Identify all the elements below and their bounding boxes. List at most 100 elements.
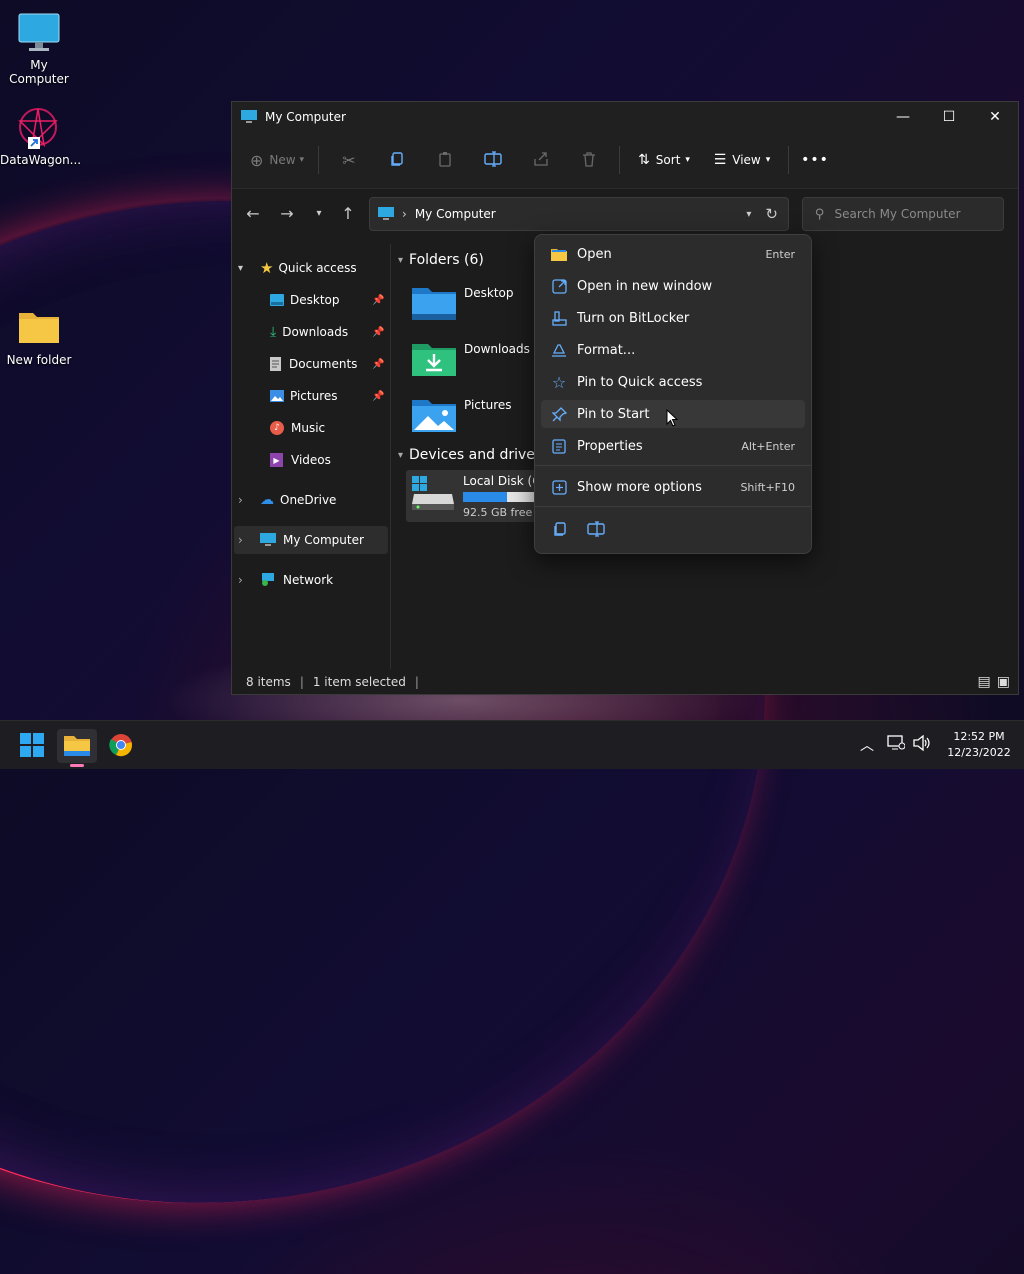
desktop-icon-new-folder[interactable]: New folder bbox=[1, 305, 77, 367]
desktop-icon-my-computer[interactable]: My Computer bbox=[1, 10, 77, 86]
share-button[interactable] bbox=[517, 144, 565, 176]
sidebar-item-quick-access[interactable]: ▾ ★ Quick access bbox=[238, 254, 388, 282]
network-icon bbox=[260, 573, 276, 587]
windows-logo-icon bbox=[20, 732, 44, 760]
devices-group-header[interactable]: ▾ Devices and drives bbox=[398, 447, 542, 463]
menu-item-open[interactable]: Open Enter bbox=[541, 240, 805, 268]
sidebar-item-pictures[interactable]: Pictures 📌 bbox=[270, 382, 388, 410]
sidebar-item-music[interactable]: ♪ Music bbox=[270, 414, 388, 442]
menu-item-shortcut: Alt+Enter bbox=[741, 439, 795, 453]
drive-name: Local Disk (C: bbox=[463, 474, 545, 488]
chevron-down-icon[interactable]: ▾ bbox=[238, 263, 254, 274]
pin-icon[interactable]: 📌 bbox=[372, 327, 384, 338]
search-placeholder: Search My Computer bbox=[834, 207, 961, 221]
rename-button[interactable] bbox=[469, 144, 517, 176]
sidebar-item-label: Desktop bbox=[290, 293, 340, 307]
menu-item-label: Open in new window bbox=[577, 278, 713, 294]
folder-name: Desktop bbox=[464, 286, 514, 300]
delete-button[interactable] bbox=[565, 144, 613, 176]
copy-button[interactable] bbox=[373, 144, 421, 176]
clock[interactable]: 12:52 PM 12/23/2022 bbox=[940, 729, 1018, 761]
cut-button[interactable]: ✂ bbox=[325, 144, 373, 176]
menu-item-label: Open bbox=[577, 246, 612, 262]
command-bar: ⊕ New ▾ ✂ ⇅ Sort ▾ ☰ View ▾ ••• bbox=[232, 132, 1018, 189]
pin-icon[interactable]: 📌 bbox=[372, 391, 384, 402]
chevron-down-icon: ▾ bbox=[685, 155, 690, 165]
sidebar-item-desktop[interactable]: Desktop 📌 bbox=[270, 286, 388, 314]
chevron-down-icon: ▾ bbox=[316, 207, 322, 219]
drive-usage-bar bbox=[463, 492, 543, 502]
item-count: 8 items bbox=[246, 674, 291, 689]
menu-copy-button[interactable] bbox=[545, 515, 575, 545]
sidebar-item-label: Videos bbox=[291, 453, 331, 467]
tiles-view-icon[interactable]: ▣ bbox=[997, 674, 1010, 690]
menu-item-pin-quick-access[interactable]: ☆ Pin to Quick access bbox=[541, 368, 805, 396]
forward-button[interactable]: → bbox=[270, 197, 304, 229]
toolbar-divider bbox=[619, 146, 620, 174]
arrow-right-icon: → bbox=[280, 203, 294, 223]
search-icon: ⚲ bbox=[815, 206, 825, 222]
more-button[interactable]: ••• bbox=[795, 144, 835, 176]
address-path[interactable]: My Computer bbox=[415, 207, 496, 221]
menu-item-shortcut: Enter bbox=[765, 247, 795, 261]
sort-label: Sort bbox=[655, 153, 681, 167]
folder-tile-downloads[interactable]: Downloads bbox=[412, 336, 532, 380]
menu-item-bitlocker[interactable]: Turn on BitLocker bbox=[541, 304, 805, 332]
folders-group-header[interactable]: ▾ Folders (6) bbox=[398, 252, 484, 268]
folder-tile-desktop[interactable]: Desktop bbox=[412, 280, 532, 324]
menu-item-format[interactable]: Format... bbox=[541, 336, 805, 364]
address-bar[interactable]: › My Computer ▾ ↻ bbox=[369, 197, 789, 231]
network-status-icon[interactable] bbox=[887, 735, 906, 754]
sidebar-item-documents[interactable]: Documents 📌 bbox=[270, 350, 388, 378]
up-button[interactable]: ↑ bbox=[331, 197, 365, 229]
pin-icon[interactable]: 📌 bbox=[372, 359, 384, 370]
sidebar-item-network[interactable]: › Network bbox=[238, 566, 388, 594]
cloud-icon: ☁ bbox=[260, 492, 274, 508]
view-button[interactable]: ☰ View ▾ bbox=[702, 144, 782, 176]
more-options-icon bbox=[541, 479, 577, 495]
clipboard-icon bbox=[437, 151, 453, 170]
paste-button[interactable] bbox=[421, 144, 469, 176]
title-bar[interactable]: My Computer — ☐ ✕ bbox=[232, 102, 1018, 132]
folder-name: Pictures bbox=[464, 398, 512, 412]
search-box[interactable]: ⚲ Search My Computer bbox=[802, 197, 1004, 231]
sort-button[interactable]: ⇅ Sort ▾ bbox=[626, 144, 702, 176]
chevron-right-icon[interactable]: › bbox=[238, 493, 254, 507]
navigation-pane: ▾ ★ Quick access Desktop 📌 ⤓ Downloads 📌… bbox=[232, 244, 391, 669]
drive-tile-local-disk[interactable]: Local Disk (C: 92.5 GB free o bbox=[406, 470, 546, 522]
sidebar-item-downloads[interactable]: ⤓ Downloads 📌 bbox=[270, 318, 388, 346]
sidebar-item-label: Pictures bbox=[290, 389, 338, 403]
close-button[interactable]: ✕ bbox=[972, 102, 1018, 132]
sidebar-item-my-computer[interactable]: › My Computer bbox=[234, 526, 388, 554]
minimize-button[interactable]: — bbox=[880, 102, 926, 132]
chevron-up-icon[interactable]: ︿ bbox=[860, 735, 874, 755]
menu-item-open-new-window[interactable]: Open in new window bbox=[541, 272, 805, 300]
chevron-right-icon[interactable]: › bbox=[238, 573, 254, 587]
folder-tile-pictures[interactable]: Pictures bbox=[412, 392, 532, 436]
taskbar-chrome[interactable] bbox=[101, 729, 141, 763]
volume-icon[interactable] bbox=[913, 734, 931, 754]
star-icon: ★ bbox=[260, 259, 274, 277]
new-button[interactable]: ⊕ New ▾ bbox=[242, 144, 312, 176]
maximize-button[interactable]: ☐ bbox=[926, 102, 972, 132]
download-icon: ⤓ bbox=[270, 324, 277, 340]
start-button[interactable] bbox=[12, 729, 52, 763]
taskbar-file-explorer[interactable] bbox=[57, 729, 97, 767]
menu-item-show-more-options[interactable]: Show more options Shift+F10 bbox=[541, 473, 805, 501]
back-button[interactable]: ← bbox=[236, 197, 270, 229]
copy-icon bbox=[552, 521, 568, 540]
desktop-icon-datawagon[interactable]: DataWagon... bbox=[0, 105, 81, 167]
menu-rename-button[interactable] bbox=[581, 515, 611, 545]
sidebar-item-onedrive[interactable]: › ☁ OneDrive bbox=[238, 486, 388, 514]
drive-free-space: 92.5 GB free o bbox=[463, 506, 543, 519]
status-divider: | bbox=[299, 674, 304, 689]
refresh-icon[interactable]: ↻ bbox=[765, 205, 778, 223]
video-icon: ▶ bbox=[270, 453, 283, 467]
chevron-right-icon[interactable]: › bbox=[238, 533, 254, 547]
sidebar-item-videos[interactable]: ▶ Videos bbox=[270, 446, 388, 474]
pin-icon[interactable]: 📌 bbox=[372, 295, 384, 306]
details-view-icon[interactable]: ▤ bbox=[978, 674, 991, 690]
menu-item-properties[interactable]: Properties Alt+Enter bbox=[541, 432, 805, 460]
group-title: Devices and drives bbox=[409, 447, 543, 463]
chevron-down-icon[interactable]: ▾ bbox=[746, 209, 751, 220]
